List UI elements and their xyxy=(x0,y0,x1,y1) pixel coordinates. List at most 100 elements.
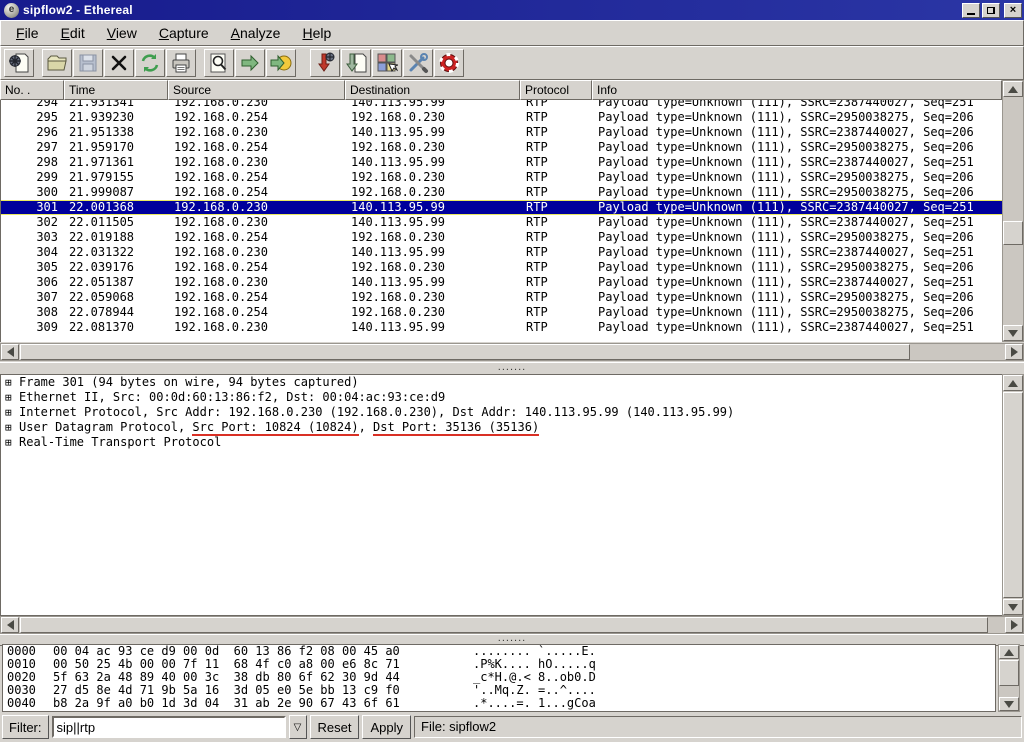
expand-icon[interactable]: ⊞ xyxy=(5,390,19,405)
table-row[interactable]: 295 21.939230 192.168.0.254 192.168.0.23… xyxy=(1,110,1002,125)
scroll-down-button[interactable] xyxy=(1003,599,1023,615)
column-header-source[interactable]: Source xyxy=(168,80,345,100)
detail-vscrollbar[interactable] xyxy=(1002,374,1024,616)
reset-button[interactable]: Reset xyxy=(310,715,360,739)
reload-button[interactable] xyxy=(135,49,165,77)
filter-button[interactable]: Filter: xyxy=(2,715,49,739)
cell-info: Payload type=Unknown (111), SSRC=2950038… xyxy=(593,260,1002,275)
vscroll-thumb[interactable] xyxy=(1003,221,1023,245)
hex-row[interactable]: 0040 b8 2a 9f a0 b0 1d 3d 04 31 ab 2e 90… xyxy=(3,697,995,710)
scroll-down-button[interactable] xyxy=(1003,325,1023,341)
filter-input[interactable] xyxy=(52,716,286,738)
menu-item[interactable]: Edit xyxy=(52,22,94,44)
scroll-left-button[interactable] xyxy=(1,617,19,633)
close-button[interactable]: × xyxy=(1004,3,1022,18)
table-row[interactable]: 296 21.951338 192.168.0.230 140.113.95.9… xyxy=(1,125,1002,140)
dropdown-arrow-icon: ▽ xyxy=(294,722,302,733)
detail-ethernet-row[interactable]: ⊞Ethernet II, Src: 00:0d:60:13:86:f2, Ds… xyxy=(1,390,1002,405)
column-header-time[interactable]: Time xyxy=(64,80,168,100)
scroll-up-button[interactable] xyxy=(1003,81,1023,97)
scroll-up-button[interactable] xyxy=(999,645,1019,659)
packet-list-hscrollbar[interactable] xyxy=(0,343,1024,361)
detail-rtp-row[interactable]: ⊞Real-Time Transport Protocol xyxy=(1,435,1002,450)
menu-item[interactable]: Help xyxy=(293,22,340,44)
expand-icon[interactable]: ⊞ xyxy=(5,405,19,420)
table-row[interactable]: 300 21.999087 192.168.0.254 192.168.0.23… xyxy=(1,185,1002,200)
new-capture-button[interactable] xyxy=(4,49,34,77)
close-capture-button[interactable] xyxy=(104,49,134,77)
help-button[interactable] xyxy=(434,49,464,77)
expand-icon[interactable]: ⊞ xyxy=(5,435,19,450)
table-row[interactable]: 299 21.979155 192.168.0.254 192.168.0.23… xyxy=(1,170,1002,185)
find-button[interactable] xyxy=(204,49,234,77)
table-row[interactable]: 297 21.959170 192.168.0.254 192.168.0.23… xyxy=(1,140,1002,155)
table-row[interactable]: 307 22.059068 192.168.0.254 192.168.0.23… xyxy=(1,290,1002,305)
table-row[interactable]: 309 22.081370 192.168.0.230 140.113.95.9… xyxy=(1,320,1002,335)
hscroll-thumb[interactable] xyxy=(20,344,910,360)
table-row[interactable]: 298 21.971361 192.168.0.230 140.113.95.9… xyxy=(1,155,1002,170)
cell-no: 303 xyxy=(1,230,65,245)
save-button[interactable] xyxy=(73,49,103,77)
cell-destination: 140.113.95.99 xyxy=(346,245,521,260)
save-floppy-icon xyxy=(77,52,99,74)
coloring-rules-icon xyxy=(376,52,398,74)
scroll-right-button[interactable] xyxy=(1005,344,1023,360)
table-row[interactable]: 294 21.931341 192.168.0.230 140.113.95.9… xyxy=(1,100,1002,110)
table-row[interactable]: 305 22.039176 192.168.0.254 192.168.0.23… xyxy=(1,260,1002,275)
apply-button[interactable]: Apply xyxy=(362,715,411,739)
cell-source: 192.168.0.254 xyxy=(169,110,346,125)
scroll-up-icon xyxy=(1004,649,1014,656)
expand-icon[interactable]: ⊞ xyxy=(5,420,19,435)
menu-item[interactable]: File xyxy=(7,22,48,44)
go-forward-button[interactable] xyxy=(235,49,265,77)
table-row[interactable]: 302 22.011505 192.168.0.230 140.113.95.9… xyxy=(1,215,1002,230)
cell-destination: 192.168.0.230 xyxy=(346,260,521,275)
detail-frame-row[interactable]: ⊞Frame 301 (94 bytes on wire, 94 bytes c… xyxy=(1,375,1002,390)
table-row[interactable]: 306 22.051387 192.168.0.230 140.113.95.9… xyxy=(1,275,1002,290)
title-bar[interactable]: e sipflow2 - Ethereal × xyxy=(0,0,1024,20)
cell-info: Payload type=Unknown (111), SSRC=2387440… xyxy=(593,245,1002,260)
menu-item[interactable]: Analyze xyxy=(222,22,290,44)
capture-filter-button[interactable] xyxy=(310,49,340,77)
go-to-packet-button[interactable] xyxy=(266,49,296,77)
help-lifering-icon xyxy=(438,52,460,74)
table-row[interactable]: 303 22.019188 192.168.0.254 192.168.0.23… xyxy=(1,230,1002,245)
print-button[interactable] xyxy=(166,49,196,77)
scroll-left-button[interactable] xyxy=(1,344,19,360)
hscroll-thumb[interactable] xyxy=(20,617,988,633)
restore-button[interactable] xyxy=(982,3,1000,18)
scroll-up-button[interactable] xyxy=(1003,375,1023,391)
table-row[interactable]: 304 22.031322 192.168.0.230 140.113.95.9… xyxy=(1,245,1002,260)
column-header-info[interactable]: Info xyxy=(592,80,1002,100)
hex-vscrollbar[interactable] xyxy=(998,644,1020,712)
minimize-button[interactable] xyxy=(962,3,980,18)
cell-protocol: RTP xyxy=(521,305,593,320)
vscroll-thumb[interactable] xyxy=(1003,392,1023,598)
menu-item[interactable]: View xyxy=(98,22,146,44)
cell-protocol: RTP xyxy=(521,275,593,290)
scroll-right-button[interactable] xyxy=(1005,617,1023,633)
cell-source: 192.168.0.254 xyxy=(169,140,346,155)
preferences-button[interactable] xyxy=(403,49,433,77)
detail-udp-row[interactable]: ⊞User Datagram Protocol, Src Port: 10824… xyxy=(1,420,1002,435)
cell-source: 192.168.0.230 xyxy=(169,200,346,215)
open-button[interactable] xyxy=(42,49,72,77)
table-row[interactable]: 308 22.078944 192.168.0.254 192.168.0.23… xyxy=(1,305,1002,320)
column-header-protocol[interactable]: Protocol xyxy=(520,80,592,100)
display-filter-button[interactable] xyxy=(341,49,371,77)
menu-item[interactable]: Capture xyxy=(150,22,218,44)
print-icon xyxy=(170,52,192,74)
cell-protocol: RTP xyxy=(521,185,593,200)
close-x-icon xyxy=(108,52,130,74)
packet-list-vscrollbar[interactable] xyxy=(1002,80,1024,342)
detail-ip-row[interactable]: ⊞Internet Protocol, Src Addr: 192.168.0.… xyxy=(1,405,1002,420)
vscroll-thumb[interactable] xyxy=(999,660,1019,686)
table-row[interactable]: 301 22.001368 192.168.0.230 140.113.95.9… xyxy=(1,200,1002,215)
scroll-down-button[interactable] xyxy=(999,697,1019,711)
column-header-no[interactable]: No. . xyxy=(0,80,64,100)
coloring-rules-button[interactable] xyxy=(372,49,402,77)
cell-time: 21.939230 xyxy=(65,110,169,125)
expand-icon[interactable]: ⊞ xyxy=(5,375,19,390)
column-header-destination[interactable]: Destination xyxy=(345,80,520,100)
filter-dropdown-button[interactable]: ▽ xyxy=(289,715,307,739)
